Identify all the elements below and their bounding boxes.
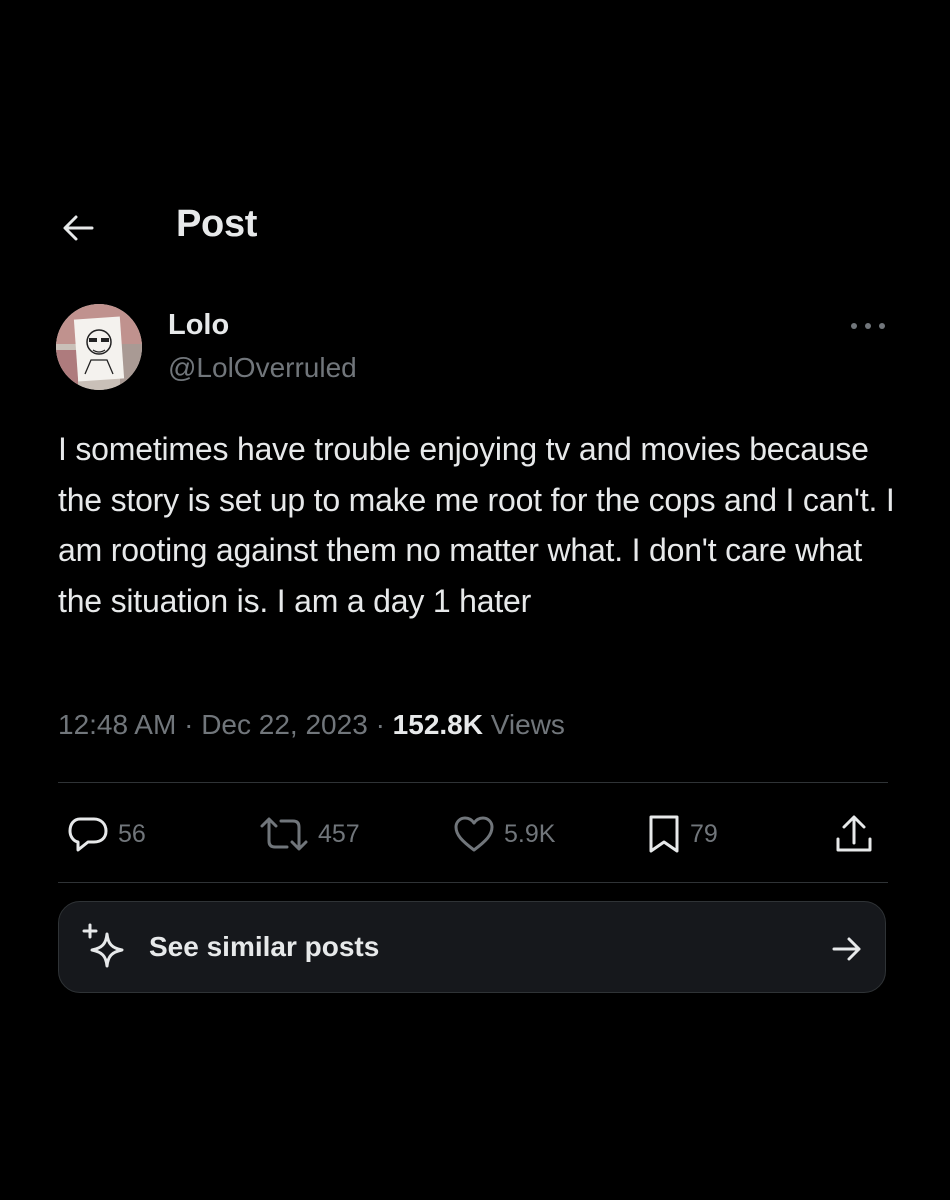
reply-button[interactable]: 56 [66, 812, 146, 856]
views-label: Views [490, 709, 565, 740]
divider [58, 782, 888, 783]
arrow-right-icon [832, 937, 861, 961]
back-button[interactable] [58, 208, 98, 248]
bookmark-icon [649, 815, 679, 853]
post-meta: 12:48 AM · Dec 22, 2023 · 152.8K Views [58, 709, 565, 741]
more-options-button[interactable] [846, 314, 890, 338]
repost-button[interactable]: 457 [258, 812, 360, 856]
more-horizontal-icon [851, 323, 885, 329]
author-name[interactable]: Lolo [168, 309, 229, 342]
repost-count: 457 [318, 819, 360, 848]
sparkle-icon [82, 923, 124, 968]
like-count: 5.9K [504, 819, 556, 848]
like-button[interactable]: 5.9K [452, 812, 555, 856]
post-text: I sometimes have trouble enjoying tv and… [58, 431, 895, 619]
bookmark-button[interactable]: 79 [646, 812, 718, 856]
arrow-left-icon [63, 215, 94, 241]
share-icon [836, 815, 872, 852]
page-title: Post [176, 203, 258, 245]
bookmark-count: 79 [690, 819, 718, 848]
share-button[interactable] [832, 812, 876, 856]
meta-separator: · [375, 709, 385, 740]
avatar[interactable] [56, 304, 142, 390]
like-icon [454, 816, 494, 852]
repost-icon [260, 817, 308, 851]
reply-icon [68, 817, 108, 852]
see-similar-posts-label: See similar posts [149, 931, 380, 962]
divider [58, 882, 888, 883]
author-handle[interactable]: @LolOverruled [168, 352, 357, 384]
see-similar-posts-button[interactable]: See similar posts [58, 901, 886, 993]
meta-separator: · [184, 709, 194, 740]
reply-count: 56 [118, 819, 146, 848]
post-time[interactable]: 12:48 AM [58, 709, 176, 740]
views-count: 152.8K [392, 709, 483, 740]
post-date[interactable]: Dec 22, 2023 [201, 709, 368, 740]
